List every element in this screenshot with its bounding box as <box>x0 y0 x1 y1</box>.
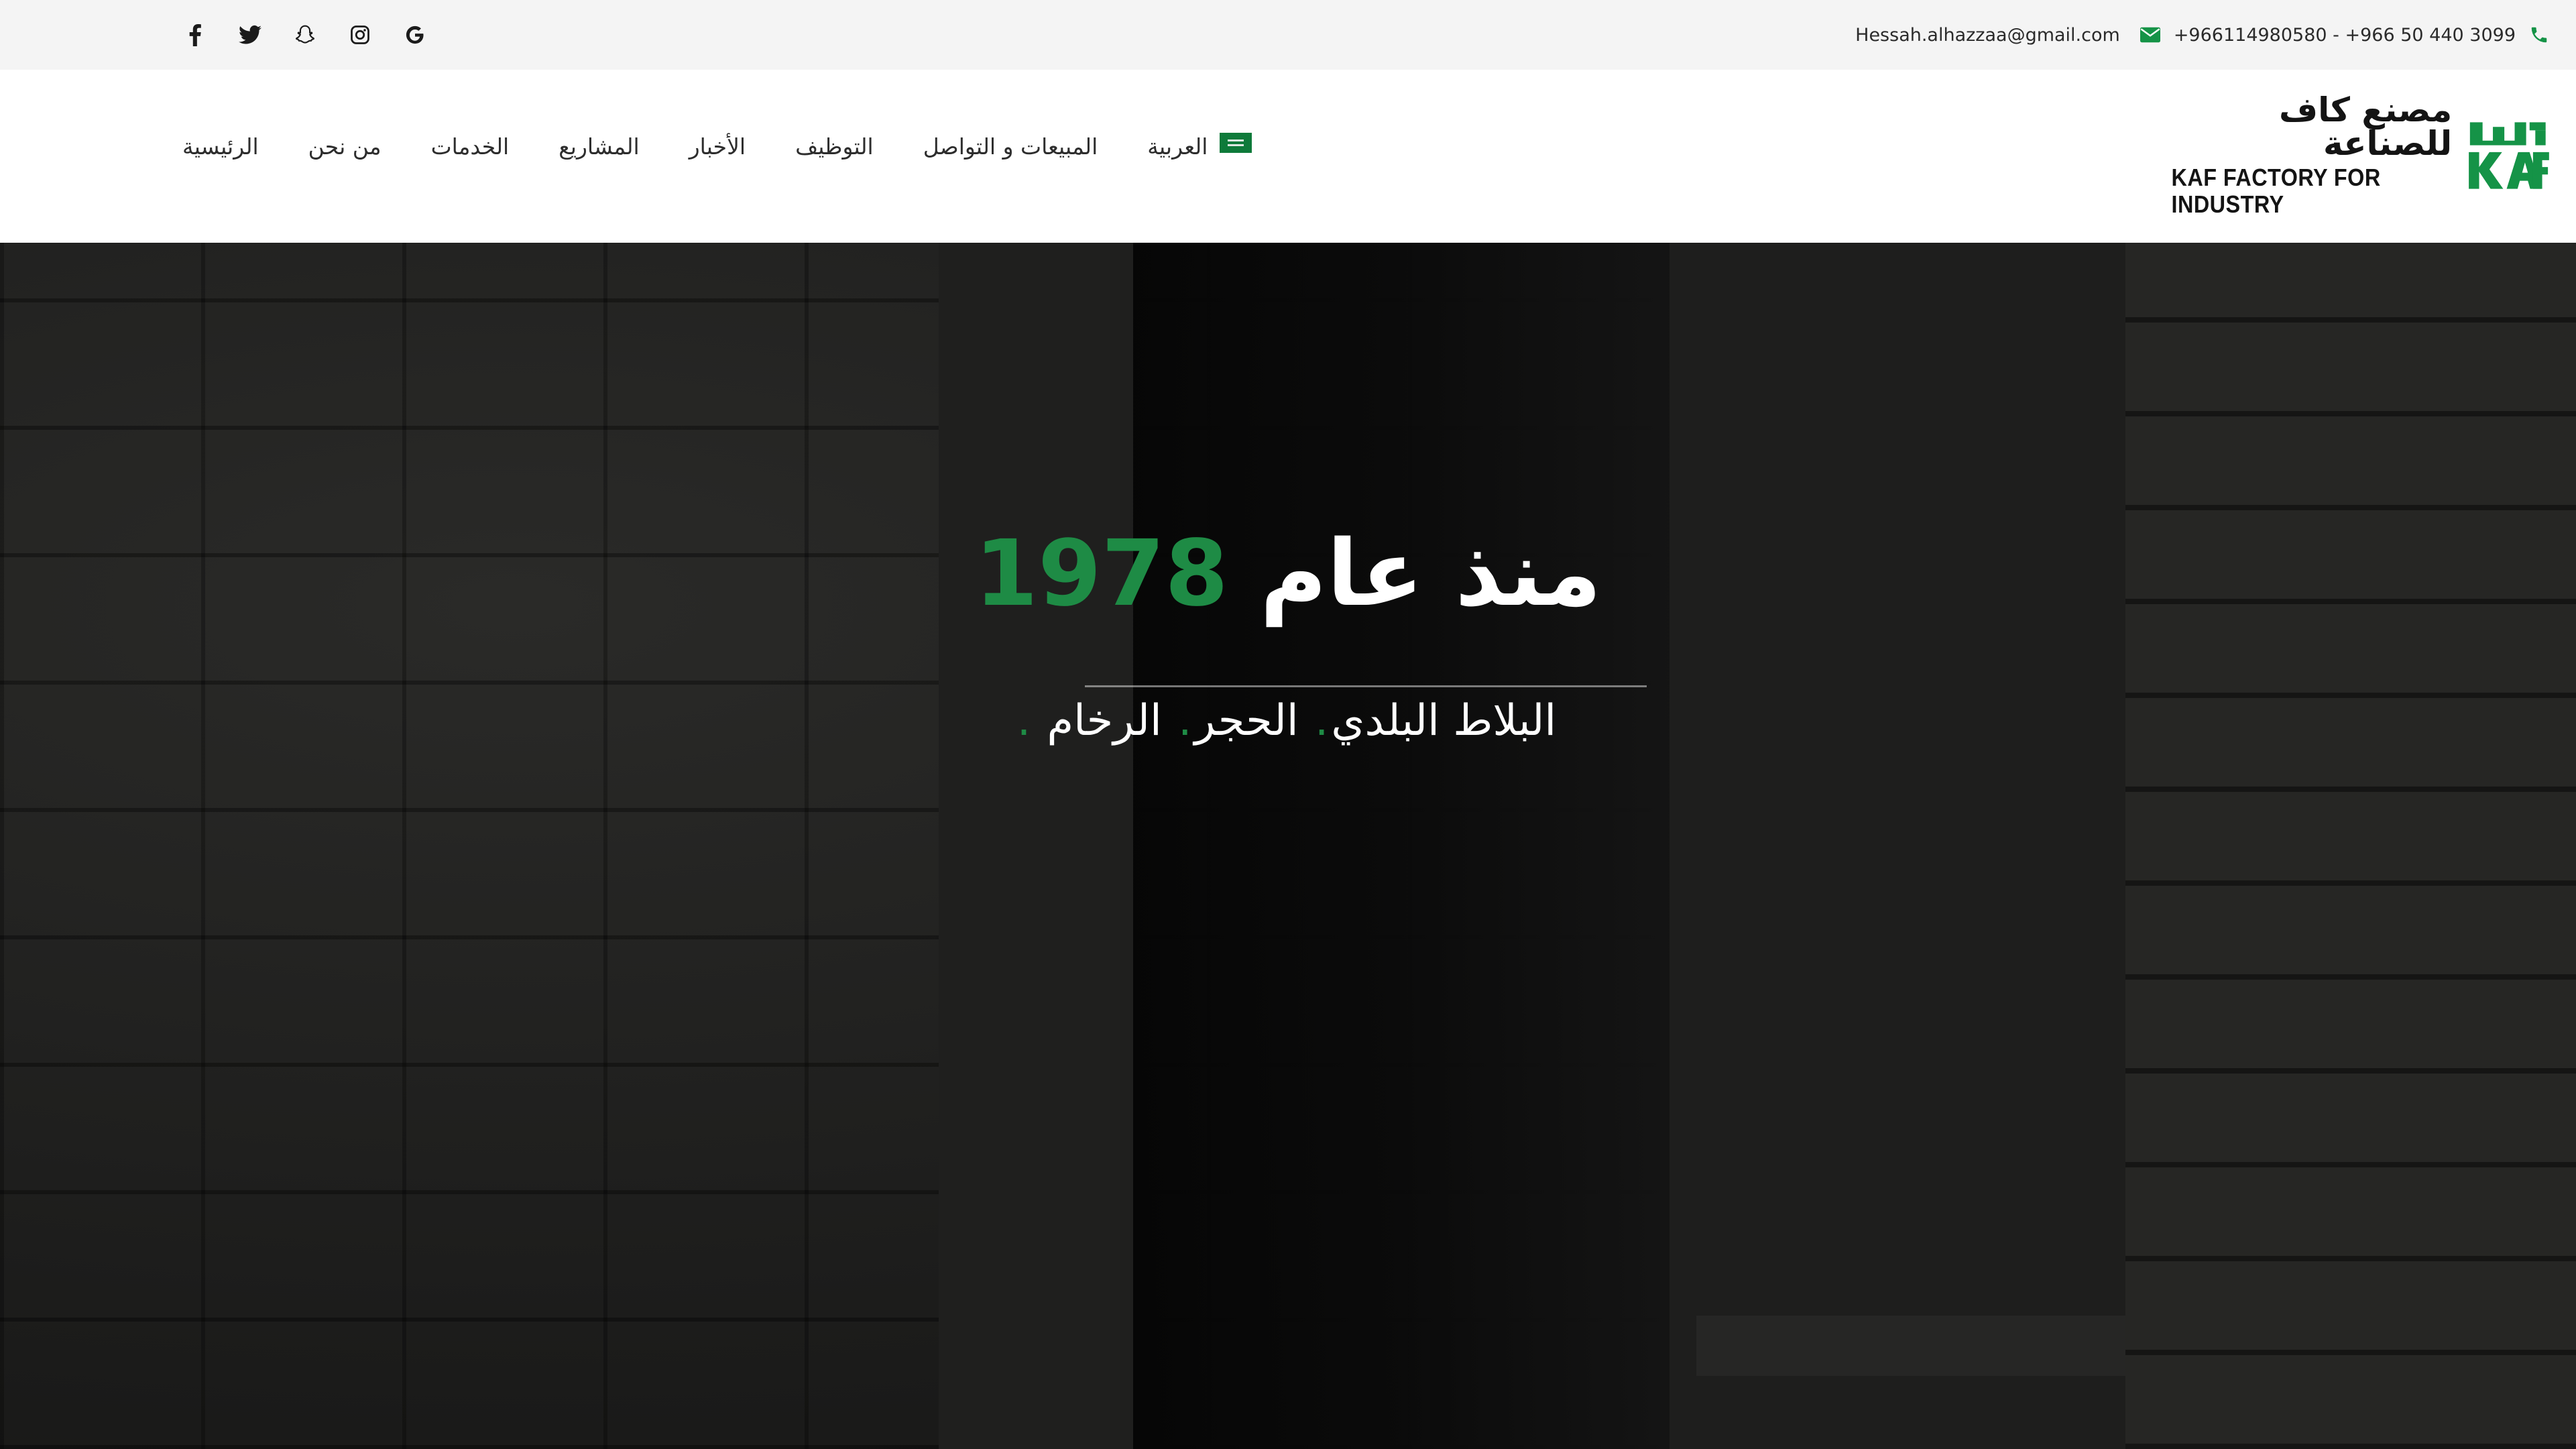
logo-arabic-name: مصنع كاف للصناعة <box>2279 91 2453 164</box>
contact-info: Hessah.alhazzaa@gmail.com +966114980580 … <box>1855 20 2549 50</box>
google-icon[interactable] <box>402 22 428 48</box>
instagram-icon[interactable] <box>347 22 373 48</box>
hero-subtitle-item: الرخام <box>1047 696 1162 746</box>
phone-icon <box>2529 25 2549 45</box>
language-switcher[interactable]: العربية <box>1147 132 1252 160</box>
hero-subtitle: البلاط البلدي. الحجر. الرخام . <box>0 696 2576 746</box>
hero-subtitle-item: الحجر <box>1194 696 1299 746</box>
main-nav: الرئيسية من نحن الخدمات المشاريع الأخبار… <box>182 132 1252 160</box>
nav-item-projects[interactable]: المشاريع <box>559 133 639 160</box>
saudi-flag-icon <box>1220 132 1252 153</box>
top-bar: Hessah.alhazzaa@gmail.com +966114980580 … <box>0 0 2576 70</box>
hero-divider <box>1085 685 1647 687</box>
email-text[interactable]: Hessah.alhazzaa@gmail.com <box>1855 25 2120 46</box>
nav-item-sales-contact[interactable]: المبيعات و التواصل <box>923 133 1098 160</box>
hero-banner <box>0 243 2576 1449</box>
language-label[interactable]: العربية <box>1147 133 1208 160</box>
nav-item-home[interactable]: الرئيسية <box>182 133 259 160</box>
hero-subtitle-separator: . <box>1016 696 1031 746</box>
hero-subtitle-item: البلاط البلدي <box>1331 696 1557 746</box>
logo-text: مصنع كاف للصناعة KAF FACTORY FOR INDUSTR… <box>2140 91 2453 218</box>
nav-item-careers[interactable]: التوظيف <box>795 133 874 160</box>
site-header: الرئيسية من نحن الخدمات المشاريع الأخبار… <box>0 70 2576 243</box>
nav-item-news[interactable]: الأخبار <box>689 133 746 160</box>
hero-title: منذ عام 1978 <box>0 528 2576 620</box>
hero-subtitle-separator: . <box>1315 696 1329 746</box>
snapchat-icon[interactable] <box>292 22 318 48</box>
hero-title-prefix: منذ عام <box>1260 521 1602 627</box>
hero-title-year: 1978 <box>974 521 1228 627</box>
hero-subtitle-separator: . <box>1178 696 1192 746</box>
nav-item-services[interactable]: الخدمات <box>431 133 510 160</box>
twitter-icon[interactable] <box>237 22 263 48</box>
phone-text[interactable]: +966114980580 - +966 50 440 3099 <box>2174 25 2516 46</box>
logo-english-name: KAF FACTORY FOR INDUSTRY <box>2171 164 2381 218</box>
nav-item-about[interactable]: من نحن <box>308 133 382 160</box>
envelope-icon <box>2140 27 2160 43</box>
kaf-logo-mark <box>2469 122 2549 189</box>
site-logo[interactable]: مصنع كاف للصناعة KAF FACTORY FOR INDUSTR… <box>2140 93 2549 217</box>
social-links <box>182 20 428 50</box>
facebook-icon[interactable] <box>182 22 208 48</box>
